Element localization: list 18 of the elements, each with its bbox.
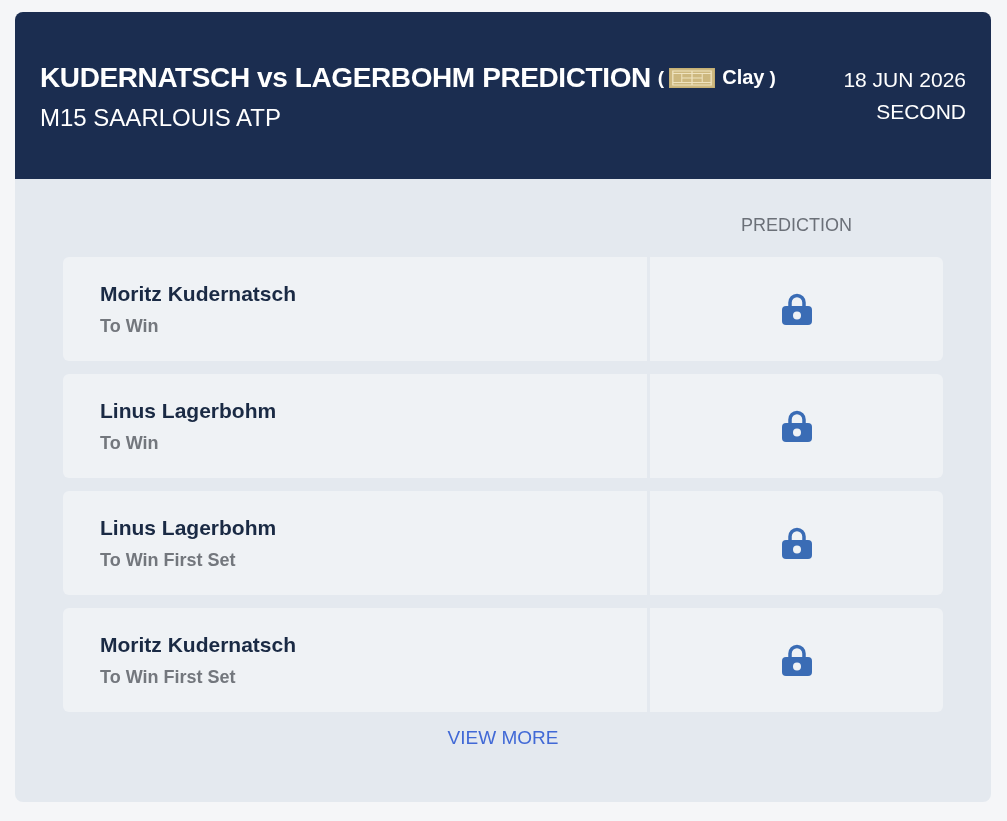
surface-label: Clay	[722, 66, 765, 89]
market-label: To Win First Set	[100, 666, 237, 688]
player-name: Moritz Kudernatsch	[100, 632, 297, 657]
player-name: Moritz Kudernatsch	[100, 281, 297, 306]
bracket: )	[769, 66, 776, 89]
bracket: (	[657, 66, 665, 89]
market-label: To Win	[100, 432, 160, 454]
player-name: Linus Lagerbohm	[100, 515, 278, 540]
market-label: To Win First Set	[100, 549, 237, 571]
match-title: KUDERNATSCH vs LAGERBOHM PREDICTION	[40, 61, 651, 94]
market-label: To Win	[100, 315, 160, 337]
match-date: 18 JUN 2026	[843, 67, 966, 92]
view-more-link[interactable]: VIEW MORE	[447, 727, 559, 749]
tournament-name: M15 SAARLOUIS ATP	[40, 103, 282, 132]
match-round: SECOND	[875, 99, 966, 124]
court-icon	[669, 67, 716, 88]
player-name: Linus Lagerbohm	[100, 398, 278, 423]
column-header: PREDICTION	[740, 214, 853, 236]
